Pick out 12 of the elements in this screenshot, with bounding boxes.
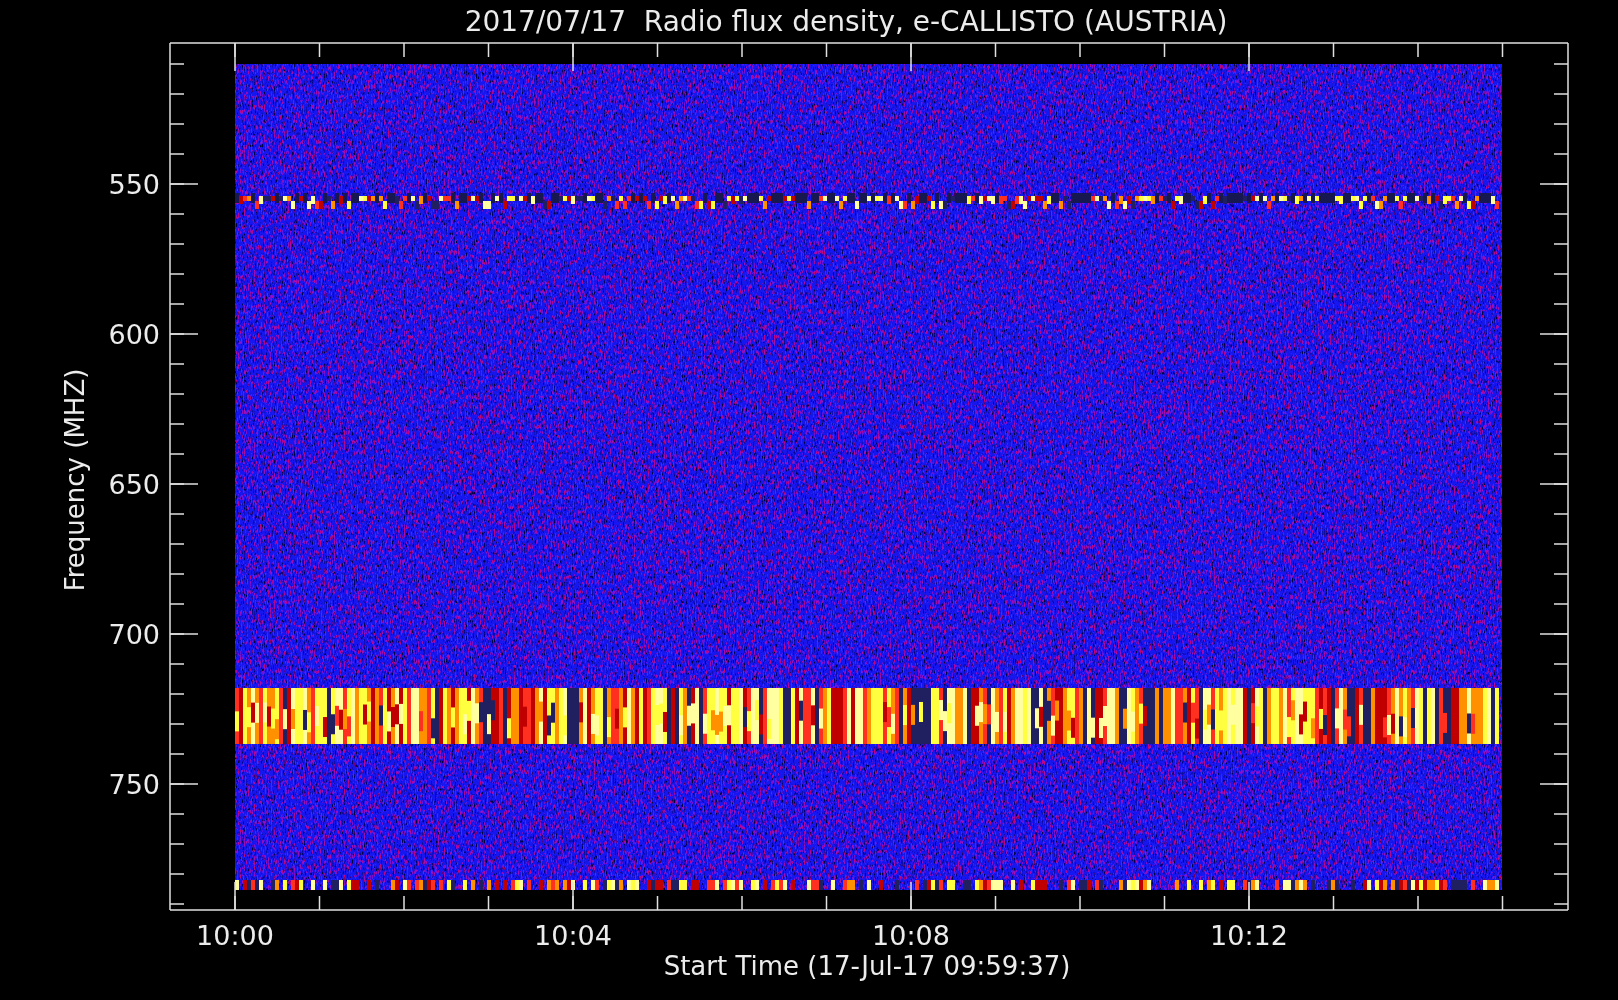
- axis-tick-label: 600: [108, 319, 160, 350]
- axis-tick-label: 700: [108, 619, 160, 650]
- axis-title: Frequency (MHZ): [60, 368, 90, 592]
- axis-tick-label: 10:08: [872, 920, 950, 951]
- axis-tick-label: 550: [108, 169, 160, 200]
- chart-title: 2017/07/17 Radio flux density, e-CALLISTO (AUSTRIA): [464, 5, 1228, 38]
- axis-tick-label: 650: [108, 469, 160, 500]
- axis-title: Start Time (17-Jul-17 09:59:37): [663, 951, 1071, 981]
- axis-tick-label: 10:12: [1210, 920, 1288, 951]
- axis-tick-label: 10:04: [534, 920, 612, 951]
- axis-tick-label: 750: [108, 769, 160, 800]
- axis-tick-label: 10:00: [196, 920, 274, 951]
